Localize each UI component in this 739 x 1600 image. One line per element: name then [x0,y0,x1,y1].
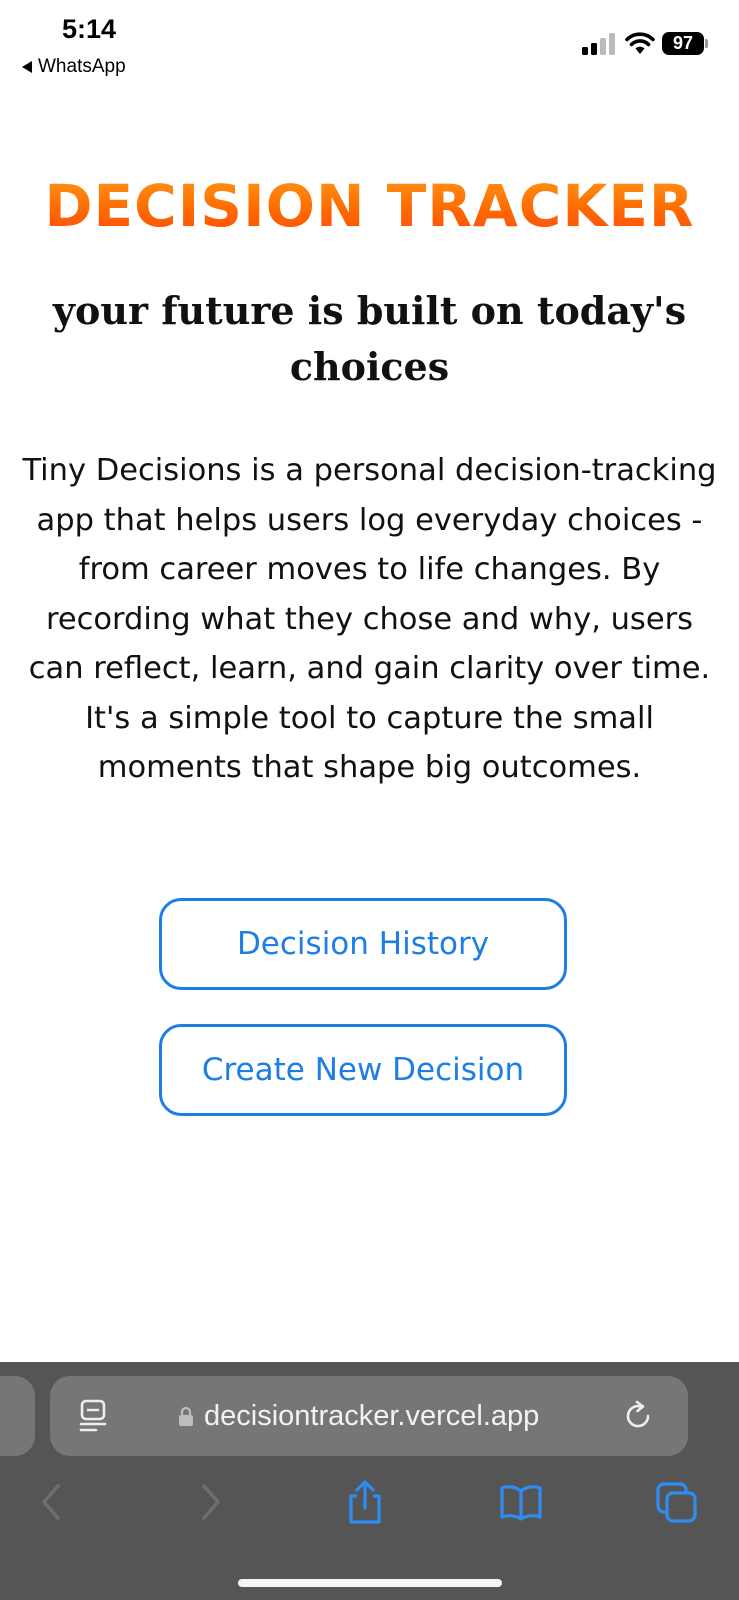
wifi-icon [625,32,655,54]
battery-icon: 97 [662,32,704,55]
decision-history-button[interactable]: Decision History [159,898,567,990]
previous-tab-pill[interactable] [0,1376,35,1456]
url-text: decisiontracker.vercel.app [204,1399,540,1432]
status-time: 5:14 [62,14,117,44]
page-title: DECISION TRACKER [0,172,739,240]
back-icon[interactable] [30,1479,74,1525]
home-indicator [238,1579,502,1587]
back-triangle-icon [22,61,32,73]
address-bar[interactable]: decisiontracker.vercel.app [50,1376,688,1456]
page-description: Tiny Decisions is a personal decision-tr… [22,453,717,785]
tabs-icon[interactable] [655,1479,699,1525]
reload-icon[interactable] [622,1400,654,1432]
browser-toolbar: decisiontracker.vercel.app [0,1362,739,1600]
status-bar: 5:14 WhatsApp 97 [0,0,739,90]
reader-icon[interactable] [78,1399,108,1433]
battery-nub [705,39,708,48]
bookmarks-icon[interactable] [499,1479,543,1525]
back-app-label: WhatsApp [38,56,126,77]
back-to-app-link[interactable]: WhatsApp [22,56,126,78]
lock-icon [179,1406,193,1426]
create-new-decision-button[interactable]: Create New Decision [159,1024,567,1116]
signal-icon [582,33,615,55]
forward-icon[interactable] [188,1479,232,1525]
url-group: decisiontracker.vercel.app [178,1376,539,1456]
share-icon[interactable] [343,1479,387,1525]
page-subtitle: your future is built on today's choices [52,288,687,389]
